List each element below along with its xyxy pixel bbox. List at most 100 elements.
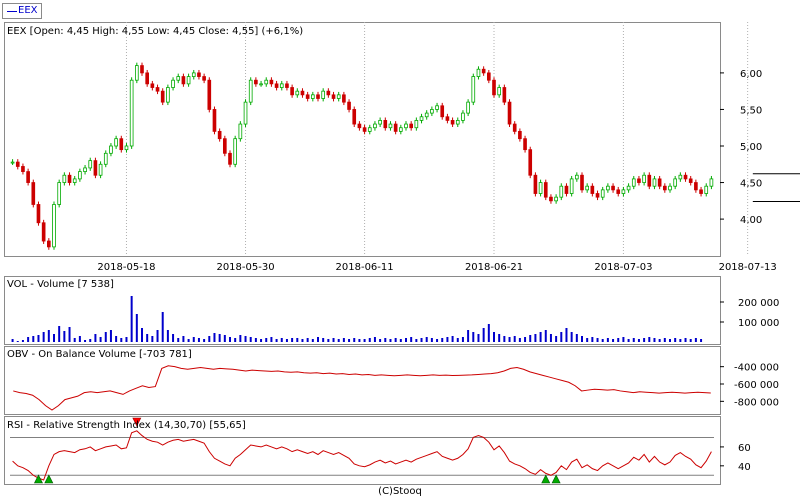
- candle-body: [590, 185, 595, 194]
- candle-body: [269, 79, 274, 85]
- obv-ytick-label: -600 000: [734, 380, 779, 391]
- price-ytick-label: 4,00: [740, 215, 762, 226]
- candle-body: [595, 193, 600, 198]
- candle-body: [31, 182, 36, 205]
- candle-body: [626, 185, 631, 191]
- candle-body: [440, 105, 445, 118]
- candle-body: [404, 123, 408, 129]
- candle-body: [383, 120, 388, 129]
- price-ytick-label: 5,00: [740, 142, 762, 153]
- candle-body: [445, 116, 450, 121]
- candle-body: [647, 174, 652, 187]
- price-xtick-label: 2018-05-18: [97, 262, 155, 273]
- candle-body: [512, 123, 517, 132]
- candle-body: [233, 138, 238, 165]
- candle-body: [176, 76, 181, 81]
- candle-body: [637, 178, 641, 183]
- volume-ytick-label: 200 000: [738, 298, 779, 309]
- rsi-ytick-label: 60: [738, 443, 751, 454]
- candle-body: [497, 87, 501, 96]
- candle-body: [694, 182, 698, 191]
- candle-body: [109, 145, 113, 154]
- candle-body: [78, 171, 82, 180]
- candle-body: [57, 182, 61, 205]
- candle-body: [222, 138, 227, 154]
- candle-body: [471, 76, 476, 103]
- candle-body: [98, 163, 103, 176]
- candle-body: [538, 182, 543, 194]
- price-xtick-label: 2018-07-13: [719, 262, 777, 273]
- candle-body: [331, 94, 336, 99]
- candle-body: [72, 178, 77, 183]
- candle-body: [709, 178, 714, 187]
- candle-body: [554, 196, 558, 202]
- candle-body: [202, 76, 206, 81]
- candle-body: [414, 120, 419, 129]
- obv-ytick-label: -400 000: [734, 363, 779, 374]
- candle-body: [26, 171, 30, 183]
- candle-body: [663, 185, 667, 191]
- candle-body: [378, 120, 382, 125]
- price-panel-title: EEX [Open: 4,45 High: 4,55 Low: 4,45 Clo…: [7, 26, 304, 37]
- candle-body: [621, 189, 626, 194]
- candle-body: [171, 79, 175, 88]
- candle-body: [352, 109, 357, 125]
- candle-body: [481, 68, 486, 74]
- candle-body: [119, 138, 124, 151]
- footer-credit: (C)Stooq: [378, 486, 422, 497]
- candle-body: [600, 189, 605, 198]
- candle-body: [533, 174, 538, 194]
- candle-body: [228, 152, 232, 165]
- candle-body: [461, 112, 465, 121]
- candle-body: [36, 204, 41, 224]
- candle-body: [585, 185, 589, 191]
- candle-body: [124, 145, 129, 151]
- candle-body: [393, 123, 398, 132]
- candle-body: [243, 101, 248, 125]
- candle-body: [367, 127, 372, 132]
- candle-body: [575, 174, 579, 180]
- candle-body: [486, 72, 491, 81]
- candle-body: [430, 109, 434, 114]
- candle-body: [342, 94, 346, 103]
- candle-body: [606, 185, 610, 191]
- candle-body: [616, 189, 621, 194]
- candle-body: [41, 222, 46, 242]
- candle-body: [310, 94, 315, 99]
- candle-body: [248, 79, 253, 103]
- candle-body: [631, 178, 636, 187]
- candle-body: [357, 123, 362, 129]
- candle-body: [10, 161, 15, 164]
- candle-body: [518, 130, 522, 140]
- candle-body: [67, 174, 72, 183]
- candle-body: [642, 174, 646, 183]
- price-xtick-label: 2018-06-21: [465, 262, 523, 273]
- candle-body: [455, 120, 460, 125]
- candle-body: [254, 79, 258, 85]
- candle-body: [683, 174, 688, 180]
- candle-body: [207, 79, 212, 110]
- candle-body: [52, 204, 56, 248]
- candle-body: [450, 120, 455, 125]
- candle-body: [688, 178, 693, 183]
- candle-body: [543, 182, 548, 198]
- candle-body: [580, 174, 584, 191]
- candle-body: [145, 72, 150, 85]
- candle-body: [274, 83, 279, 88]
- rsi-ytick-label: 40: [738, 462, 751, 473]
- candle-body: [155, 87, 160, 92]
- legend-box[interactable]: EEX: [2, 3, 42, 19]
- volume-panel-title: VOL - Volume [7 538]: [7, 279, 114, 290]
- candle-body: [321, 90, 325, 99]
- candle-body: [290, 87, 294, 96]
- candle-body: [197, 72, 201, 77]
- rsi-panel-title: RSI - Relative Strength Index (14,30,70)…: [7, 420, 246, 431]
- candle-body: [569, 178, 574, 194]
- candle-body: [259, 83, 263, 86]
- candle-body: [83, 167, 87, 172]
- candle-body: [295, 90, 300, 96]
- candle-body: [549, 196, 553, 202]
- price-xtick-label: 2018-06-11: [336, 262, 394, 273]
- candle-body: [559, 185, 564, 198]
- candle-body: [657, 178, 662, 187]
